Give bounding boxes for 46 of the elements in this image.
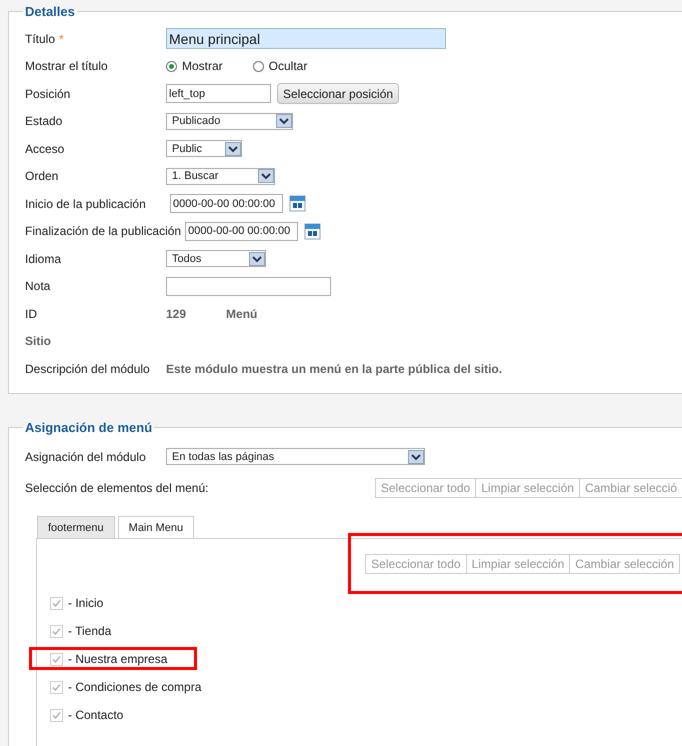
radio-option[interactable]: Ocultar [252, 59, 308, 74]
menu-item-label: - Nuestra empresa [68, 652, 168, 666]
field-value: Este módulo muestra un menú en la parte pública del sitio. [166, 362, 502, 376]
radio-label: Ocultar [268, 59, 308, 74]
calendar-icon[interactable] [304, 222, 322, 240]
select-field[interactable]: Publicado [166, 112, 293, 130]
menu-tab[interactable]: footermenu [37, 516, 115, 538]
date-field[interactable]: 0000-00-00 00:00:00 [170, 194, 283, 214]
section-legend: Detalles [23, 4, 77, 19]
field-label: Finalización de la publicación [25, 224, 182, 238]
field-label: Descripción del módulo [25, 362, 151, 376]
menu-item-label: - Condiciones de compra [68, 680, 202, 694]
field-label: Selección de elementos del menú: [25, 481, 208, 496]
radio-button[interactable] [166, 60, 177, 72]
field-label: Asignación del módulo [25, 450, 147, 464]
select-position-button[interactable]: Seleccionar posición [277, 83, 400, 104]
select-field[interactable]: 1. Buscar [166, 168, 275, 185]
menu-item-label: - Contacto [68, 708, 124, 722]
field-label: Título * [25, 32, 65, 46]
menu-item-label: - Tienda [68, 624, 112, 638]
section-legend: Asignación de menú [23, 420, 154, 435]
text-field[interactable]: left_top [166, 84, 271, 104]
calendar-icon[interactable] [289, 195, 306, 212]
field-label: Estado [25, 114, 64, 128]
menu-tab[interactable]: Main Menu [118, 516, 194, 539]
radio-label: Mostrar [182, 59, 223, 74]
radio-button[interactable] [252, 60, 264, 72]
field-label: ID [25, 306, 38, 321]
field-label: Inicio de la publicación [25, 196, 147, 211]
menu-item-label: - Inicio [68, 596, 104, 610]
field-label: Idioma [25, 252, 62, 266]
select-field[interactable]: Public [166, 140, 242, 158]
radio-option[interactable]: Mostrar [166, 59, 223, 74]
field-label: Orden [25, 169, 60, 184]
select-field[interactable]: Todos [166, 250, 266, 268]
field-label: Mostrar el título [25, 59, 109, 74]
date-field[interactable]: 0000-00-00 00:00:00 [185, 222, 298, 241]
field-value: 129 [166, 306, 186, 321]
text-field[interactable]: Menu principal [166, 28, 446, 50]
field-label: Acceso [25, 142, 66, 156]
select-field[interactable]: En todas las páginas [166, 448, 425, 466]
field-label: Posición [25, 86, 72, 101]
field-label: Sitio [25, 334, 51, 348]
field-value: Menú [226, 306, 258, 321]
text-field[interactable] [166, 276, 331, 296]
field-label: Nota [25, 279, 52, 294]
